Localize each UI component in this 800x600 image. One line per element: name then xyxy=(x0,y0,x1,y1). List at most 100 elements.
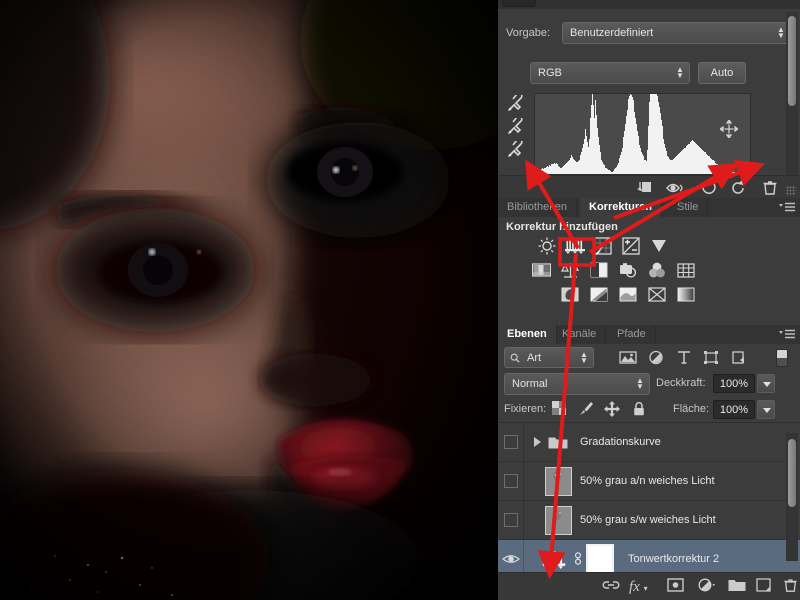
chevron-updown-icon: ▲ ▼ xyxy=(676,65,684,80)
brightness-glyph xyxy=(538,237,556,255)
filter-enable-toggle[interactable] xyxy=(776,349,788,367)
layer-list[interactable]: Gradationskurve 50% grau a/n weiches Lic… xyxy=(498,422,800,579)
gradient-map-glyph xyxy=(677,287,695,301)
new-adjustment-layer-icon[interactable] xyxy=(698,578,716,596)
eye-icon[interactable] xyxy=(502,552,520,566)
shape-layer-glyph xyxy=(704,351,718,364)
posterize-icon[interactable] xyxy=(588,284,610,304)
tab-korrekturen[interactable]: Korrekturen xyxy=(580,198,662,217)
color-balance-icon[interactable] xyxy=(559,260,581,280)
new-layer-icon[interactable] xyxy=(756,578,771,596)
new-group-icon[interactable] xyxy=(728,578,746,596)
half-circle-glyph xyxy=(698,578,715,592)
vibrance-icon[interactable] xyxy=(648,236,670,256)
blend-mode-dropdown[interactable]: Normal ▲ ▼ xyxy=(504,373,650,395)
channel-mixer-icon[interactable] xyxy=(646,260,668,280)
eyedropper-icon xyxy=(508,115,523,134)
panel-menu-icon[interactable] xyxy=(779,329,795,340)
filter-adjustment-icon[interactable] xyxy=(648,350,666,366)
selective-color-icon[interactable] xyxy=(646,284,668,304)
delete-adjustment-icon[interactable] xyxy=(762,180,778,195)
target-adjustment-icon[interactable] xyxy=(720,120,738,138)
reset-to-previous-icon[interactable] xyxy=(700,180,718,195)
tab-kanaele[interactable]: Kanäle xyxy=(553,325,607,344)
properties-collapsed-tab[interactable] xyxy=(502,0,536,7)
curves-icon[interactable] xyxy=(592,236,614,256)
opacity-value-field[interactable]: 100% xyxy=(713,374,755,393)
posterize-glyph xyxy=(590,287,608,301)
reset-adjustment-icon[interactable] xyxy=(730,180,748,195)
link-layers-icon[interactable] xyxy=(602,578,620,596)
delete-layer-icon[interactable] xyxy=(783,578,798,596)
levels-histogram[interactable] xyxy=(534,93,751,175)
filter-smartobject-icon[interactable] xyxy=(731,350,749,366)
panel-menu-icon[interactable] xyxy=(779,202,795,213)
exposure-icon[interactable] xyxy=(620,236,642,256)
image-canvas[interactable] xyxy=(0,0,498,600)
auto-levels-button[interactable]: Auto xyxy=(698,62,746,84)
set-gray-point-eyedropper[interactable] xyxy=(506,115,528,136)
invert-icon[interactable] xyxy=(559,284,581,304)
clip-to-layer-icon[interactable] xyxy=(634,180,652,195)
folder-icon xyxy=(548,437,568,449)
channel-value: RGB xyxy=(538,67,562,79)
layer-name[interactable]: 50% grau s/w weiches Licht xyxy=(580,514,716,526)
lock-position-icon[interactable] xyxy=(604,401,620,417)
preset-value: Benutzerdefiniert xyxy=(570,27,654,39)
lock-label: Fixieren: xyxy=(504,403,547,415)
lock-transparent-pixels-icon[interactable] xyxy=(552,401,568,417)
tab-pfade[interactable]: Pfade xyxy=(608,325,656,344)
opacity-stepper[interactable] xyxy=(757,374,775,393)
layer-thumbnail[interactable] xyxy=(545,467,572,496)
gradient-map-icon[interactable] xyxy=(675,284,697,304)
lock-all-icon[interactable] xyxy=(632,401,648,417)
filter-shape-icon[interactable] xyxy=(703,350,721,366)
layer-visibility-cell[interactable] xyxy=(498,501,524,539)
table-row[interactable]: 50% grau s/w weiches Licht xyxy=(498,501,800,540)
tab-stile[interactable]: Stile xyxy=(668,198,709,217)
layers-scrollbar-thumb[interactable] xyxy=(788,439,796,507)
layer-visibility-cell[interactable] xyxy=(498,423,524,461)
panel-resize-grip[interactable] xyxy=(786,186,796,196)
photo-filter-icon[interactable] xyxy=(617,260,639,280)
properties-scrollbar[interactable] xyxy=(786,12,798,175)
add-layer-mask-icon[interactable] xyxy=(667,578,684,596)
table-row[interactable]: Gradationskurve xyxy=(498,423,800,462)
tab-ebenen[interactable]: Ebenen xyxy=(498,325,557,344)
layer-mask-thumbnail[interactable] xyxy=(586,544,614,575)
hue-saturation-icon[interactable] xyxy=(530,260,552,280)
visibility-toggle-off[interactable] xyxy=(504,435,518,449)
visibility-toggle-off[interactable] xyxy=(504,474,518,488)
layer-name[interactable]: 50% grau a/n weiches Licht xyxy=(580,475,715,487)
set-black-point-eyedropper[interactable] xyxy=(506,92,528,113)
table-row[interactable]: 50% grau a/n weiches Licht xyxy=(498,462,800,501)
threshold-icon[interactable] xyxy=(617,284,639,304)
tab-bibliotheken[interactable]: Bibliotheken xyxy=(498,198,577,217)
channel-dropdown[interactable]: RGB ▲ ▼ xyxy=(530,62,690,84)
set-white-point-eyedropper[interactable] xyxy=(506,138,528,159)
black-white-glyph xyxy=(590,262,608,278)
color-lookup-icon[interactable] xyxy=(675,260,697,280)
black-white-icon[interactable] xyxy=(588,260,610,280)
layer-adjustment-thumbnail[interactable] xyxy=(542,551,566,572)
filter-type-icon[interactable] xyxy=(676,350,694,366)
mask-link-icon[interactable] xyxy=(572,551,584,566)
layers-scrollbar[interactable] xyxy=(786,433,798,561)
lock-image-pixels-icon[interactable] xyxy=(578,401,594,417)
layer-style-fx-icon[interactable]: fx ▾ xyxy=(629,578,648,596)
fill-value-field[interactable]: 100% xyxy=(713,400,755,419)
pixel-layer-glyph xyxy=(619,351,637,364)
brightness-contrast-icon[interactable] xyxy=(536,236,558,256)
levels-icon[interactable] xyxy=(564,236,586,256)
layer-name[interactable]: Tonwertkorrektur 2 xyxy=(628,553,719,565)
preset-dropdown[interactable]: Benutzerdefiniert ▲ ▼ xyxy=(562,22,791,44)
visibility-toggle-off[interactable] xyxy=(504,513,518,527)
properties-scrollbar-thumb[interactable] xyxy=(788,16,796,106)
preview-eye-icon[interactable] xyxy=(666,180,686,195)
layer-name[interactable]: Gradationskurve xyxy=(580,436,661,448)
layer-visibility-cell[interactable] xyxy=(498,462,524,500)
group-disclosure-triangle[interactable] xyxy=(534,437,541,447)
filter-pixel-icon[interactable] xyxy=(619,350,637,366)
fill-stepper[interactable] xyxy=(757,400,775,419)
layer-thumbnail[interactable] xyxy=(545,506,572,535)
